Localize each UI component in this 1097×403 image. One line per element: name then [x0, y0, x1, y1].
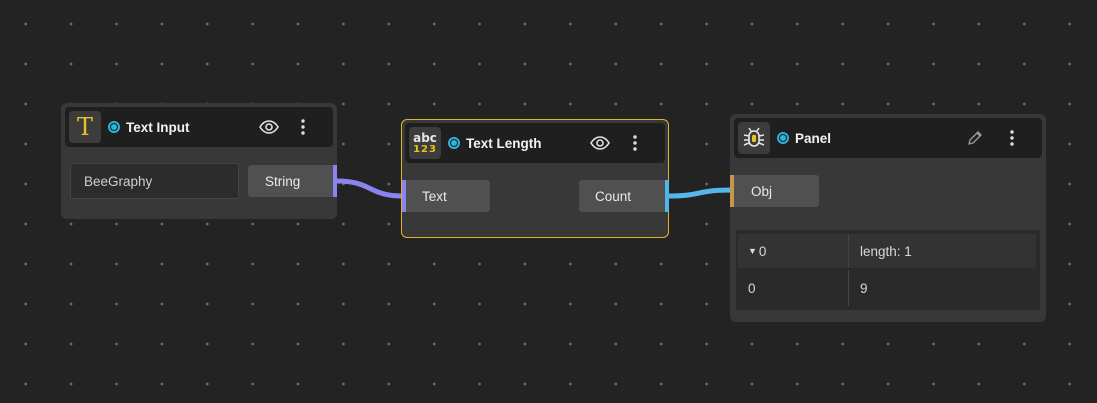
node-title: Panel — [795, 130, 832, 146]
status-icon — [448, 137, 460, 149]
node-header[interactable]: Panel — [734, 118, 1042, 158]
node-header[interactable]: abc 123 Text Length — [405, 123, 665, 163]
column-divider — [848, 234, 849, 268]
caret-down-icon[interactable]: ▼ — [748, 246, 757, 256]
input-port-obj[interactable]: Obj — [730, 175, 819, 207]
wire-string-to-text — [336, 178, 404, 199]
column-divider — [848, 270, 849, 306]
branch-index: 0 — [758, 243, 767, 259]
input-port-text[interactable]: Text — [402, 180, 490, 212]
panel-node[interactable]: Panel Obj ▼ 0 length: 1 0 9 — [730, 114, 1046, 322]
eye-icon[interactable] — [588, 123, 612, 163]
node-title: Text Length — [466, 135, 542, 151]
table-header-row: ▼ 0 length: 1 — [738, 234, 1036, 268]
more-options-icon[interactable] — [291, 107, 315, 147]
port-connector[interactable] — [333, 165, 337, 197]
port-label: String — [265, 173, 301, 189]
node-title: Text Input — [126, 119, 190, 135]
output-port-string[interactable]: String — [248, 165, 337, 197]
status-icon — [108, 121, 120, 133]
text-length-node[interactable]: abc 123 Text Length Text Count — [401, 119, 669, 238]
eye-icon[interactable] — [257, 107, 281, 147]
text-input-node[interactable]: T Text Input BeeGraphy String — [61, 103, 337, 219]
port-label: Obj — [751, 183, 773, 199]
more-options-icon[interactable] — [1000, 118, 1024, 158]
port-label: Count — [595, 188, 632, 204]
port-connector[interactable] — [665, 180, 669, 212]
wire-count-to-obj — [667, 187, 733, 199]
more-options-icon[interactable] — [623, 123, 647, 163]
row-value: 9 — [860, 280, 868, 296]
port-connector[interactable] — [730, 175, 734, 207]
text-type-icon: T — [69, 111, 101, 143]
branch-length: length: 1 — [860, 243, 912, 259]
node-header[interactable]: T Text Input — [65, 107, 333, 147]
tree-toggle[interactable]: ▼ 0 — [738, 234, 848, 268]
port-connector[interactable] — [402, 180, 406, 212]
output-port-count[interactable]: Count — [579, 180, 669, 212]
pencil-icon[interactable] — [963, 118, 987, 158]
text-value-input[interactable]: BeeGraphy — [70, 163, 239, 199]
abc-123-icon: abc 123 — [409, 127, 441, 159]
bug-icon — [738, 122, 770, 154]
port-label: Text — [422, 188, 447, 204]
row-index: 0 — [748, 280, 756, 296]
table-row: 0 9 — [738, 270, 1036, 306]
data-table: ▼ 0 length: 1 0 9 — [736, 230, 1040, 310]
status-icon — [777, 132, 789, 144]
